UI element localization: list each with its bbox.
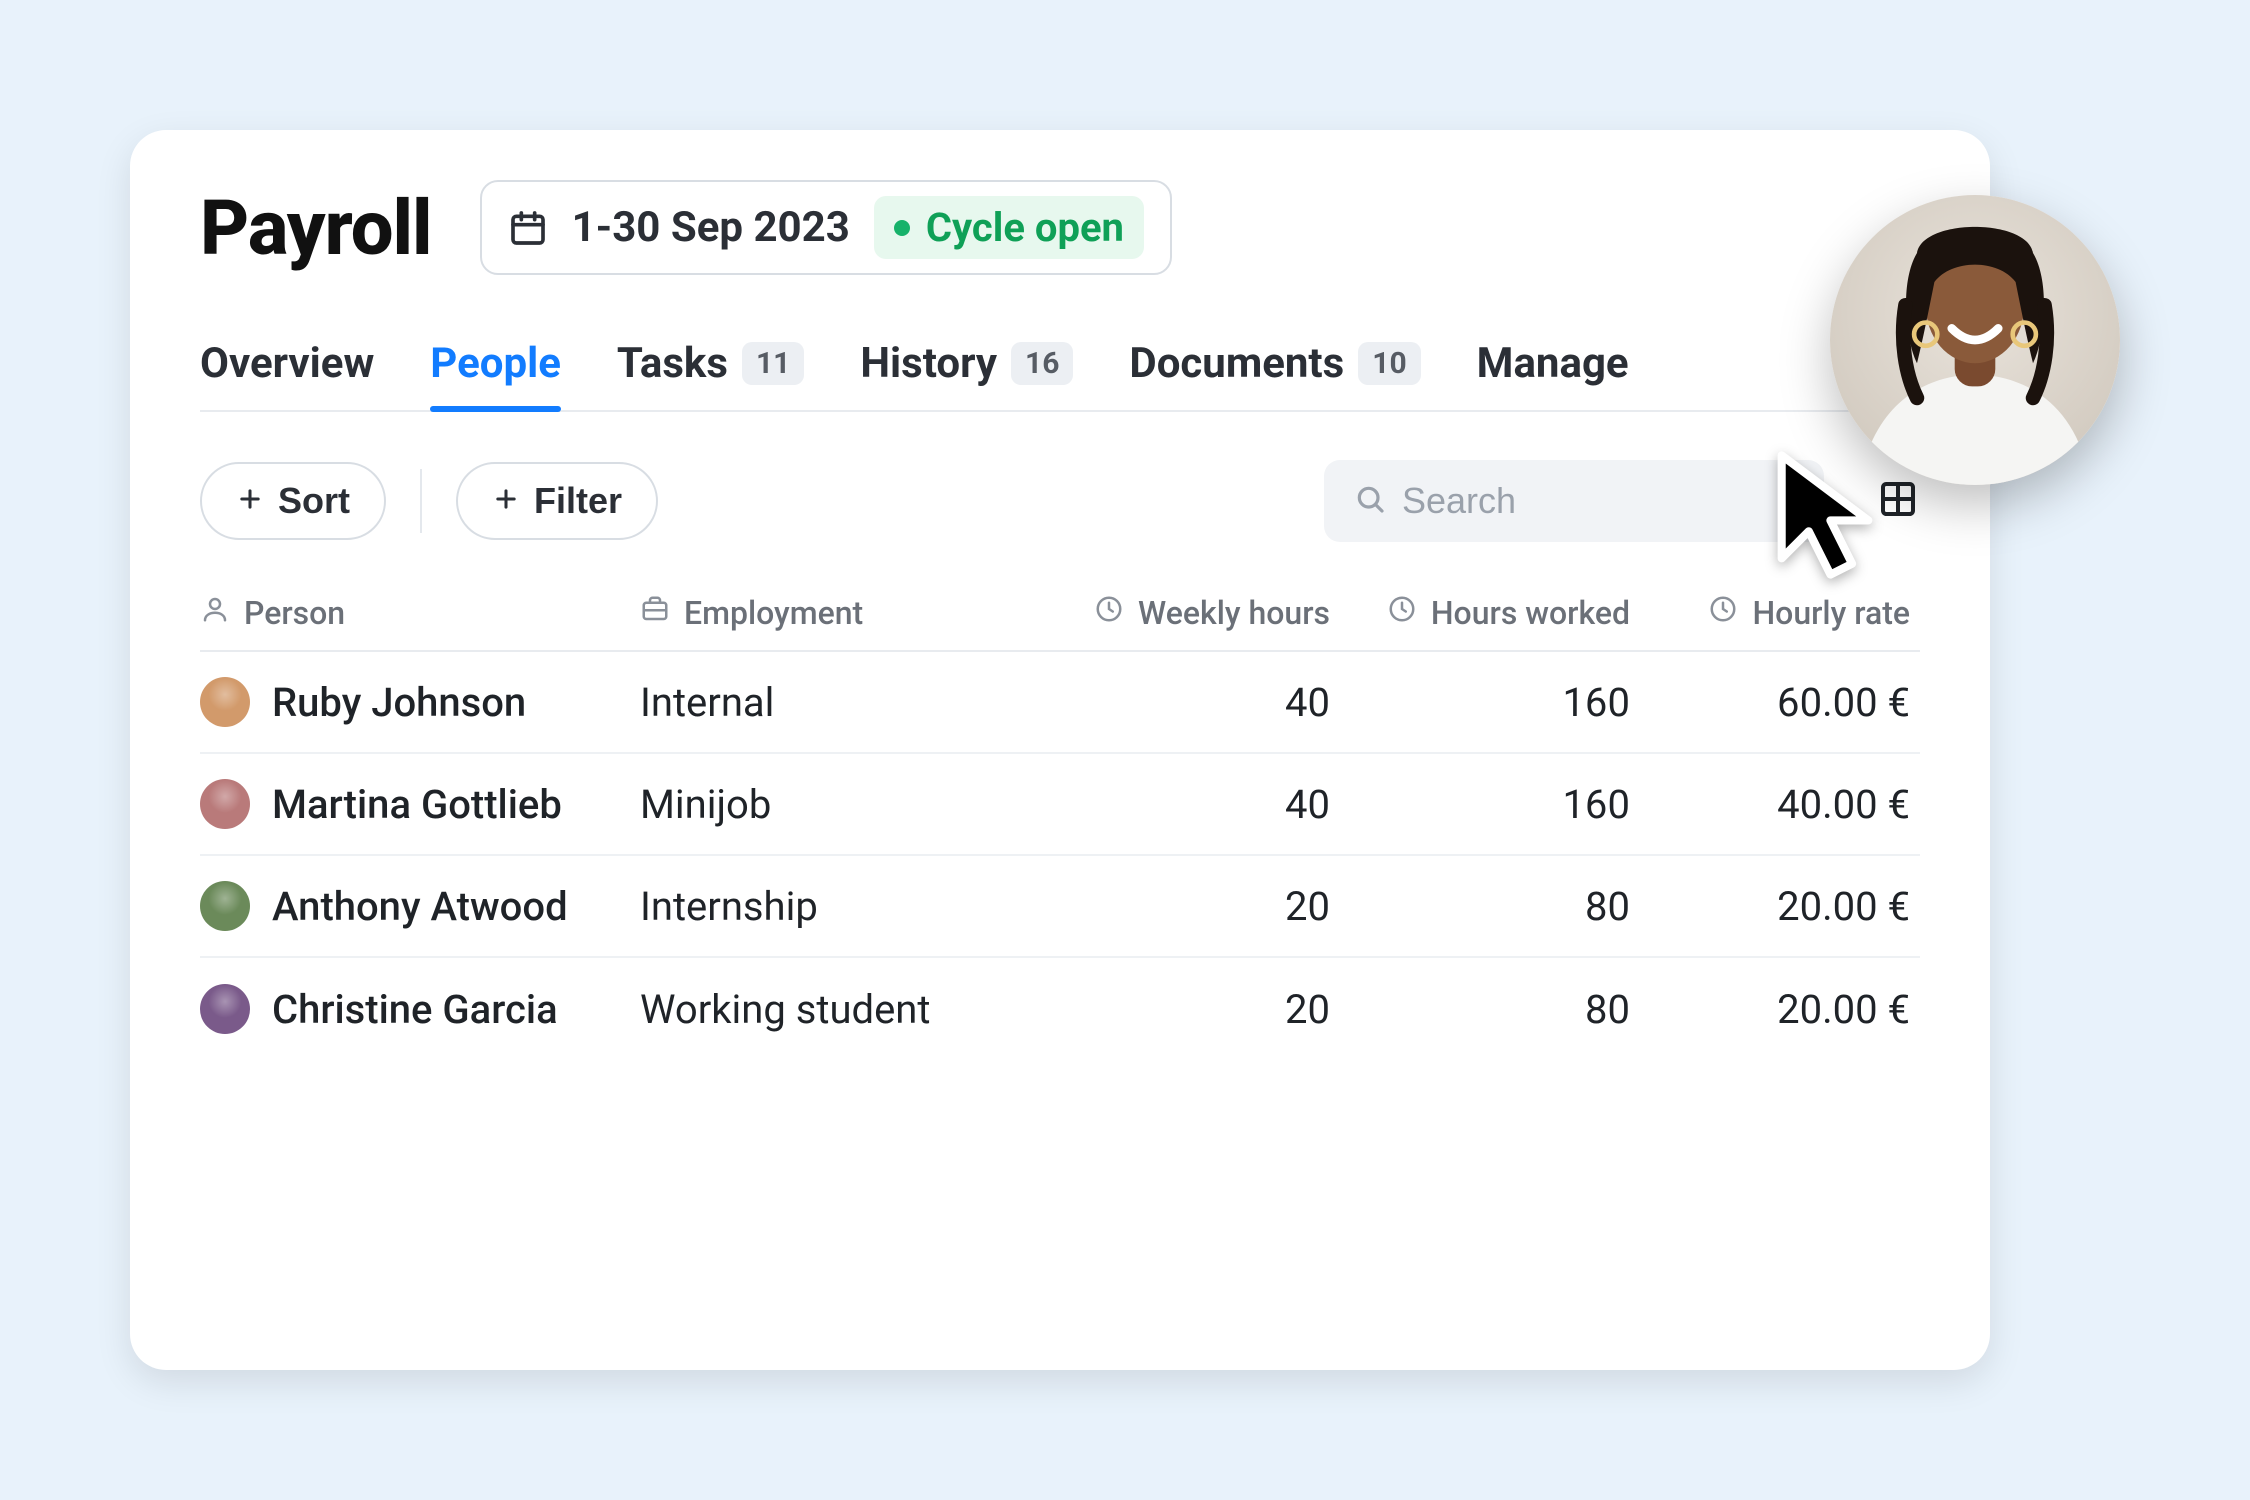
tab-label: Tasks xyxy=(617,339,728,388)
filter-button[interactable]: Filter xyxy=(456,462,658,540)
clock-icon xyxy=(1094,594,1124,632)
avatar-image xyxy=(1830,195,2120,485)
tab-label: Overview xyxy=(200,339,374,388)
employment-cell: Working student xyxy=(640,986,1030,1033)
person-cell: Anthony Atwood xyxy=(200,881,640,931)
weekly-hours-cell: 40 xyxy=(1030,781,1330,828)
divider xyxy=(420,469,422,533)
cycle-status-label: Cycle open xyxy=(926,204,1124,251)
tabs: Overview People Tasks 11 History 16 Docu… xyxy=(200,339,1920,412)
table-body: Ruby Johnson Internal 40 160 60.00 € Mar… xyxy=(200,652,1920,1060)
header-row: Payroll 1-30 Sep 2023 Cycle open xyxy=(200,180,1920,275)
table-row[interactable]: Anthony Atwood Internship 20 80 20.00 € xyxy=(200,856,1920,958)
table-row[interactable]: Christine Garcia Working student 20 80 2… xyxy=(200,958,1920,1060)
plus-icon xyxy=(492,480,520,522)
hourly-rate-cell: 60.00 € xyxy=(1630,679,1910,726)
col-hours-worked: Hours worked xyxy=(1330,594,1630,632)
tab-people[interactable]: People xyxy=(430,339,561,410)
hours-worked-cell: 160 xyxy=(1330,679,1630,726)
employment-cell: Internal xyxy=(640,679,1030,726)
person-name: Christine Garcia xyxy=(272,986,558,1033)
calendar-icon xyxy=(508,208,548,248)
weekly-hours-cell: 40 xyxy=(1030,679,1330,726)
tab-label: People xyxy=(430,339,561,388)
sort-label: Sort xyxy=(278,480,350,522)
plus-icon xyxy=(236,480,264,522)
col-hourly-rate: Hourly rate xyxy=(1630,594,1910,632)
payroll-card: Payroll 1-30 Sep 2023 Cycle open Overvie… xyxy=(130,130,1990,1370)
briefcase-icon xyxy=(640,594,670,632)
avatar xyxy=(200,984,250,1034)
avatar xyxy=(200,779,250,829)
search-box[interactable] xyxy=(1324,460,1824,542)
search-icon xyxy=(1354,483,1386,519)
avatar xyxy=(200,881,250,931)
sort-button[interactable]: Sort xyxy=(200,462,386,540)
avatar xyxy=(200,677,250,727)
tab-label: Documents xyxy=(1129,339,1344,388)
filter-label: Filter xyxy=(534,480,622,522)
hours-worked-cell: 160 xyxy=(1330,781,1630,828)
person-cell: Christine Garcia xyxy=(200,984,640,1034)
clock-icon xyxy=(1387,594,1417,632)
clock-icon xyxy=(1708,594,1738,632)
hours-worked-cell: 80 xyxy=(1330,986,1630,1033)
tab-label: Manage xyxy=(1477,339,1629,388)
employment-cell: Internship xyxy=(640,883,1030,930)
cursor-icon xyxy=(1770,450,1880,584)
employment-cell: Minijob xyxy=(640,781,1030,828)
user-avatar[interactable] xyxy=(1830,195,2120,485)
person-name: Anthony Atwood xyxy=(272,883,568,930)
weekly-hours-cell: 20 xyxy=(1030,883,1330,930)
weekly-hours-cell: 20 xyxy=(1030,986,1330,1033)
hourly-rate-cell: 20.00 € xyxy=(1630,986,1910,1033)
col-person: Person xyxy=(200,594,640,632)
hourly-rate-cell: 20.00 € xyxy=(1630,883,1910,930)
person-cell: Martina Gottlieb xyxy=(200,779,640,829)
page-title: Payroll xyxy=(200,183,432,273)
table-row[interactable]: Martina Gottlieb Minijob 40 160 40.00 € xyxy=(200,754,1920,856)
person-name: Ruby Johnson xyxy=(272,679,526,726)
toolbar: Sort Filter xyxy=(200,460,1920,542)
table-row[interactable]: Ruby Johnson Internal 40 160 60.00 € xyxy=(200,652,1920,754)
person-name: Martina Gottlieb xyxy=(272,781,562,828)
tab-overview[interactable]: Overview xyxy=(200,339,374,410)
hours-worked-cell: 80 xyxy=(1330,883,1630,930)
tab-label: History xyxy=(860,339,997,388)
period-range: 1-30 Sep 2023 xyxy=(572,203,850,252)
tab-documents[interactable]: Documents 10 xyxy=(1129,339,1420,410)
table-header: Person Employment Weekly hours Hours wor… xyxy=(200,594,1920,652)
tab-manage[interactable]: Manage xyxy=(1477,339,1629,410)
tab-tasks[interactable]: Tasks 11 xyxy=(617,339,804,410)
layout-toggle-button[interactable] xyxy=(1876,479,1920,523)
grid-icon xyxy=(1878,479,1918,523)
cycle-status-badge: Cycle open xyxy=(874,196,1144,259)
hourly-rate-cell: 40.00 € xyxy=(1630,781,1910,828)
col-weekly-hours: Weekly hours xyxy=(1030,594,1330,632)
person-icon xyxy=(200,594,230,632)
status-dot-icon xyxy=(894,220,910,236)
tab-count-badge: 16 xyxy=(1011,342,1073,385)
person-cell: Ruby Johnson xyxy=(200,677,640,727)
period-selector[interactable]: 1-30 Sep 2023 Cycle open xyxy=(480,180,1172,275)
search-input[interactable] xyxy=(1402,480,1794,522)
tab-count-badge: 10 xyxy=(1358,342,1420,385)
col-employment: Employment xyxy=(640,594,1030,632)
tab-count-badge: 11 xyxy=(742,342,804,385)
tab-history[interactable]: History 16 xyxy=(860,339,1073,410)
